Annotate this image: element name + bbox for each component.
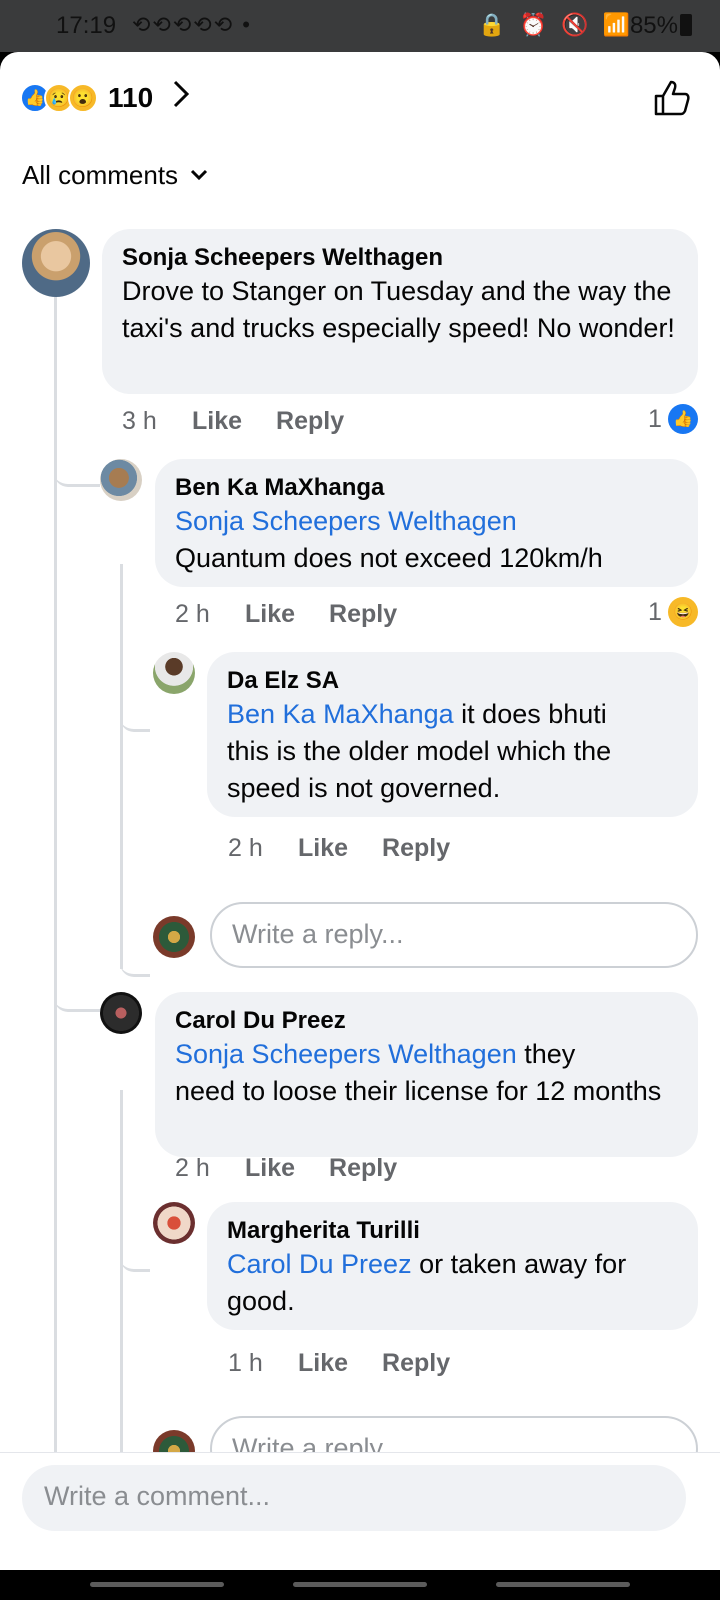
comment-text: Drove to Stanger on Tuesday and the way … bbox=[122, 276, 675, 343]
comment-bubble: Margherita Turilli Carol Du Preez or tak… bbox=[207, 1202, 698, 1330]
thread-connector bbox=[54, 972, 100, 1012]
comment-bubble: Da Elz SA Ben Ka MaXhanga it does bhuti … bbox=[207, 652, 698, 817]
comment-composer: Write a comment... bbox=[0, 1452, 720, 1570]
reply-button[interactable]: Reply bbox=[276, 407, 344, 436]
avatar[interactable] bbox=[100, 992, 142, 1034]
comment-actions: 2 h Like Reply bbox=[175, 600, 397, 629]
mention-link[interactable]: Sonja Scheepers Welthagen bbox=[175, 503, 678, 540]
comment-text: this is the older model which the speed … bbox=[227, 736, 612, 803]
comment-time: 2 h bbox=[228, 834, 263, 862]
comment-reaction-count[interactable]: 1 👍 bbox=[648, 404, 698, 434]
reaction-count-value: 1 bbox=[648, 404, 662, 433]
comment-time: 2 h bbox=[175, 1154, 210, 1182]
system-navigation-bar bbox=[0, 1570, 720, 1600]
like-button[interactable]: Like bbox=[298, 1349, 348, 1378]
thread-line bbox=[120, 564, 123, 969]
comment-author[interactable]: Carol Du Preez bbox=[175, 1006, 678, 1036]
filter-label: All comments bbox=[22, 160, 179, 190]
wow-reaction-icon: 😮 bbox=[68, 83, 98, 113]
comment-text-inline: or taken away for bbox=[411, 1249, 627, 1279]
status-time: 17:19 bbox=[56, 12, 117, 39]
comments-sheet: 👍 😢 😮 110 All comments Sonja Scheepers W… bbox=[0, 52, 720, 1570]
chevron-right-icon bbox=[171, 79, 191, 117]
reactions-summary[interactable]: 👍 😢 😮 110 bbox=[20, 76, 191, 120]
reply-button[interactable]: Reply bbox=[382, 1349, 450, 1378]
thread-connector bbox=[120, 1232, 150, 1272]
comment-actions: 2 h Like Reply bbox=[228, 834, 450, 863]
avatar[interactable] bbox=[22, 229, 90, 297]
reply-button[interactable]: Reply bbox=[329, 1154, 397, 1183]
status-bar: 17:19 ⟲⟲⟲⟲⟲ • 🔒 ⏰ 🔇 📶 85% bbox=[0, 0, 720, 52]
comment-author[interactable]: Ben Ka MaXhanga bbox=[175, 473, 678, 503]
thumbs-up-icon bbox=[654, 80, 690, 116]
comment-text: good. bbox=[227, 1286, 295, 1316]
comment-text: need to loose their license for 12 month… bbox=[175, 1076, 662, 1106]
avatar[interactable] bbox=[100, 459, 142, 501]
like-button[interactable]: Like bbox=[245, 600, 295, 629]
comment-bubble: Carol Du Preez Sonja Scheepers Welthagen… bbox=[155, 992, 698, 1157]
mention-link[interactable]: Carol Du Preez bbox=[227, 1249, 412, 1279]
mention-link[interactable]: Sonja Scheepers Welthagen bbox=[175, 1039, 517, 1069]
comment-bubble: Sonja Scheepers Welthagen Drove to Stang… bbox=[102, 229, 698, 394]
battery-percent: 85% bbox=[629, 12, 678, 39]
notification-icons: ⟲⟲⟲⟲⟲ • bbox=[132, 12, 252, 37]
like-button[interactable]: Like bbox=[245, 1154, 295, 1183]
system-icons: 🔒 ⏰ 🔇 📶 bbox=[478, 12, 634, 37]
comment-actions: 3 h Like Reply bbox=[122, 407, 344, 436]
avatar[interactable] bbox=[153, 652, 195, 694]
like-button[interactable]: Like bbox=[192, 407, 242, 436]
comment-author[interactable]: Margherita Turilli bbox=[227, 1216, 678, 1246]
comment-author[interactable]: Sonja Scheepers Welthagen bbox=[122, 243, 678, 273]
comment-time: 1 h bbox=[228, 1349, 263, 1377]
reply-placeholder: Write a reply... bbox=[232, 919, 404, 949]
comment-text-inline: they bbox=[516, 1039, 576, 1069]
haha-reaction-icon: 😆 bbox=[667, 597, 698, 627]
comment-time: 2 h bbox=[175, 600, 210, 628]
mention-link[interactable]: Ben Ka MaXhanga bbox=[227, 699, 454, 729]
comment-actions: 1 h Like Reply bbox=[228, 1349, 450, 1378]
thread-connector bbox=[120, 692, 150, 732]
nav-back-button[interactable] bbox=[496, 1582, 630, 1587]
comment-placeholder: Write a comment... bbox=[44, 1481, 271, 1511]
current-user-avatar bbox=[153, 916, 195, 958]
comment-bubble: Ben Ka MaXhanga Sonja Scheepers Welthage… bbox=[155, 459, 698, 587]
comment-time: 3 h bbox=[122, 407, 157, 435]
comment-author[interactable]: Da Elz SA bbox=[227, 666, 678, 696]
chevron-down-icon bbox=[190, 164, 208, 187]
reaction-count: 110 bbox=[108, 82, 154, 113]
comment-input[interactable]: Write a comment... bbox=[22, 1465, 686, 1531]
reply-input[interactable]: Write a reply... bbox=[210, 902, 698, 968]
comment-text: Quantum does not exceed 120km/h bbox=[175, 543, 603, 573]
thread-connector bbox=[120, 937, 150, 977]
avatar[interactable] bbox=[153, 1202, 195, 1244]
nav-recent-button[interactable] bbox=[90, 1582, 224, 1587]
like-reaction-icon: 👍 bbox=[667, 404, 698, 434]
reaction-count-value: 1 bbox=[648, 597, 662, 626]
thread-line bbox=[120, 1090, 123, 1485]
comment-reaction-count[interactable]: 1 😆 bbox=[648, 597, 698, 627]
battery-indicator: 85% bbox=[630, 12, 692, 40]
reply-button[interactable]: Reply bbox=[329, 600, 397, 629]
like-button[interactable]: Like bbox=[298, 834, 348, 863]
like-post-button[interactable] bbox=[650, 76, 694, 120]
comment-filter-dropdown[interactable]: All comments bbox=[22, 160, 208, 191]
reply-button[interactable]: Reply bbox=[382, 834, 450, 863]
nav-home-button[interactable] bbox=[293, 1582, 427, 1587]
battery-icon bbox=[680, 14, 692, 36]
thread-connector bbox=[54, 447, 100, 487]
comment-text-inline: it does bhuti bbox=[453, 699, 607, 729]
comment-actions: 2 h Like Reply bbox=[175, 1154, 397, 1183]
